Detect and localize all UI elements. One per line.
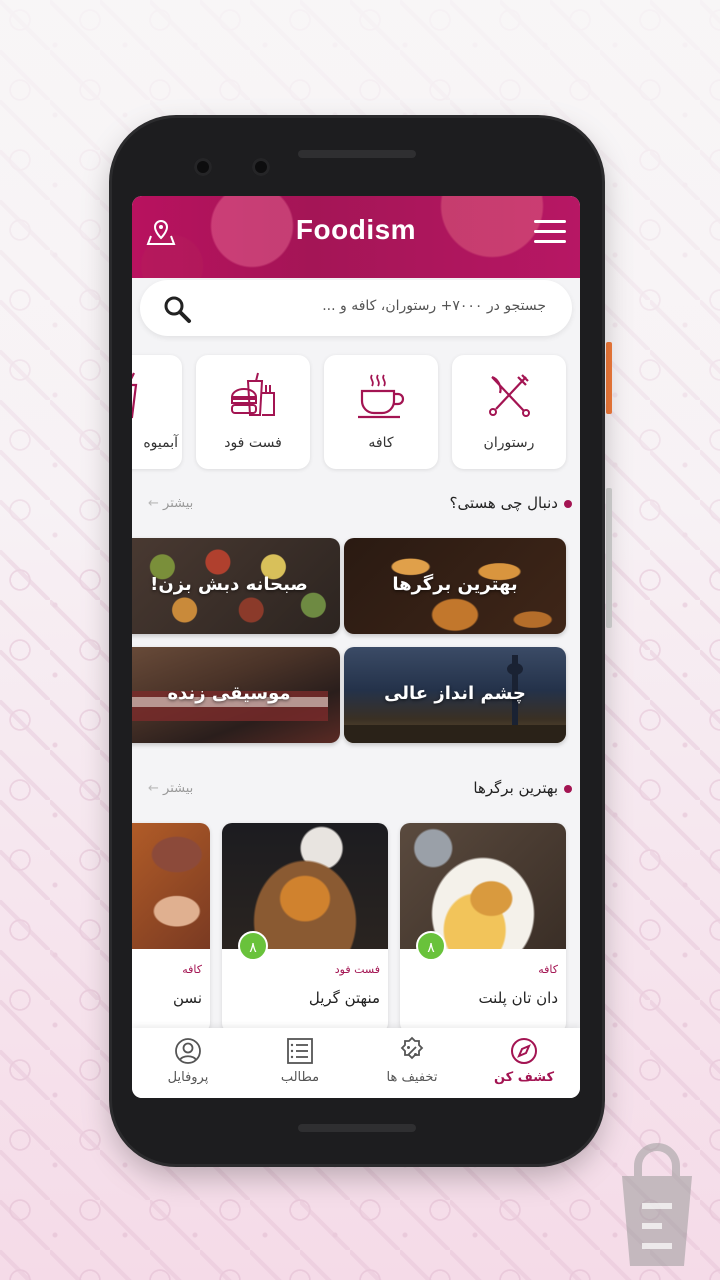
restaurant-card[interactable]: ۸ فست فود منهتن گریل <box>222 823 388 1033</box>
nav-label: پروفایل <box>167 1070 209 1085</box>
see-more-link[interactable]: بیشتر ← <box>142 496 193 511</box>
category-juice[interactable]: آبمیوه <box>132 355 182 469</box>
see-more-label: بیشتر <box>163 496 194 511</box>
earpiece-speaker <box>298 150 416 158</box>
fork-knife-icon <box>489 374 530 417</box>
restaurant-type: کافه <box>538 963 558 976</box>
rating-badge: ۸ <box>238 931 268 961</box>
section-title: بهترین برگرها <box>473 779 558 797</box>
restaurant-name: منهتن گریل <box>308 989 380 1007</box>
search-bar[interactable]: جستجو در ۷۰۰۰+ رستوران، کافه و ... <box>140 280 572 336</box>
category-label: آبمیوه <box>143 435 178 451</box>
arrow-left-icon: ← <box>148 781 159 796</box>
tile-label: بهترین برگرها <box>392 574 518 595</box>
list-icon <box>287 1038 313 1064</box>
power-button <box>606 342 612 414</box>
restaurant-photo <box>400 823 566 949</box>
nav-discounts[interactable]: تخفیف ها <box>356 1036 468 1096</box>
arrow-left-icon: ← <box>148 496 159 511</box>
coffee-cup-icon <box>358 374 405 419</box>
category-restaurant[interactable]: رستوران <box>452 355 566 469</box>
restaurant-card[interactable]: کافه نسن <box>132 823 210 1033</box>
tile-breakfast[interactable]: صبحانه دبش بزن! <box>132 538 340 634</box>
restaurant-type: فست فود <box>334 963 380 976</box>
category-fastfood[interactable]: فست فود <box>196 355 310 469</box>
search-placeholder: جستجو در ۷۰۰۰+ رستوران، کافه و ... <box>322 298 546 314</box>
app-logo: Foodism <box>295 214 417 245</box>
restaurant-card[interactable]: ۸ کافه دان تان پلنت <box>400 823 566 1033</box>
restaurant-photo <box>222 823 388 949</box>
search-icon[interactable] <box>162 294 192 324</box>
nav-discover[interactable]: کشف کن <box>468 1036 580 1096</box>
nav-label: کشف کن <box>493 1070 555 1085</box>
section-dot <box>564 785 572 793</box>
category-label: فست فود <box>224 435 282 451</box>
nav-articles[interactable]: مطالب <box>244 1036 356 1096</box>
fast-food-icon <box>230 372 275 416</box>
see-more-link[interactable]: بیشتر ← <box>142 781 193 796</box>
tile-label: موسیقی زنده <box>167 683 291 704</box>
restaurant-name: نسن <box>173 989 202 1007</box>
sensor <box>252 158 270 176</box>
app-screen: Foodism جستجو در ۷۰۰۰+ رستوران، کافه و .… <box>132 196 580 1098</box>
volume-button <box>606 488 612 628</box>
app-header: Foodism <box>132 196 580 278</box>
nav-label: مطالب <box>280 1070 320 1085</box>
store-watermark-logo <box>622 1143 692 1266</box>
see-more-label: بیشتر <box>163 781 194 796</box>
tile-live-music[interactable]: موسیقی زنده <box>132 647 340 743</box>
tile-great-view[interactable]: چشم انداز عالی <box>344 647 566 743</box>
category-label: کافه <box>368 435 394 451</box>
tile-label: صبحانه دبش بزن! <box>150 574 308 595</box>
bottom-speaker <box>298 1124 416 1132</box>
front-camera <box>194 158 212 176</box>
restaurant-type: کافه <box>182 963 202 976</box>
tile-label: چشم انداز عالی <box>384 683 526 704</box>
hamburger-menu-icon[interactable] <box>534 220 566 244</box>
tile-best-burgers[interactable]: بهترین برگرها <box>344 538 566 634</box>
user-icon <box>175 1038 201 1064</box>
category-label: رستوران <box>483 435 535 451</box>
nav-profile[interactable]: پروفایل <box>132 1036 244 1096</box>
discount-icon <box>400 1036 424 1060</box>
section-title: دنبال چی هستی؟ <box>449 494 558 512</box>
bottom-navigation: کشف کن تخفیف ها مطالب پروفایل <box>132 1028 580 1098</box>
rating-badge: ۸ <box>416 931 446 961</box>
restaurant-photo <box>132 823 210 949</box>
juice-icon <box>132 372 138 419</box>
nav-label: تخفیف ها <box>386 1070 438 1085</box>
compass-icon <box>511 1038 537 1064</box>
category-cafe[interactable]: کافه <box>324 355 438 469</box>
restaurant-name: دان تان پلنت <box>478 989 558 1007</box>
section-dot <box>564 500 572 508</box>
